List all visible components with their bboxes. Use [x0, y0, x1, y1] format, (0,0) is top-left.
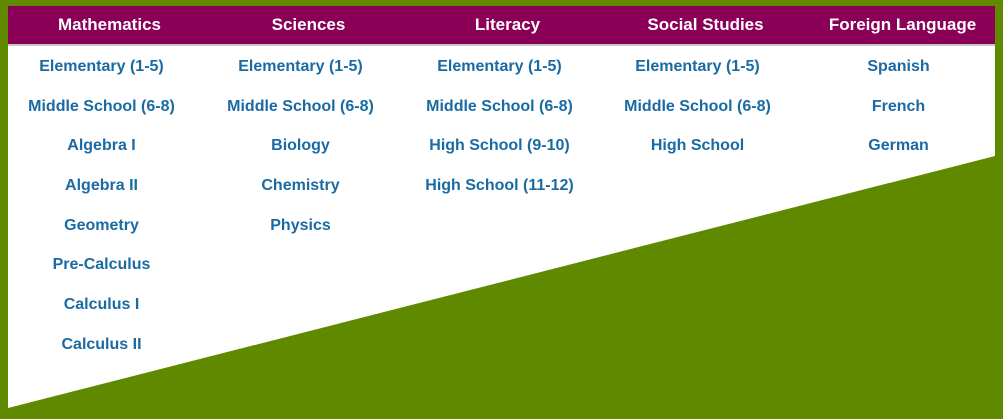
menu-link-algebra-1[interactable]: Algebra I	[8, 127, 195, 167]
menu-link-math-middle-school[interactable]: Middle School (6-8)	[8, 88, 195, 128]
menu-link-german[interactable]: German	[802, 127, 995, 167]
menu-link-science-middle-school[interactable]: Middle School (6-8)	[207, 88, 394, 128]
sciences-column: Elementary (1-5) Middle School (6-8) Bio…	[207, 48, 394, 246]
header-foreign-language[interactable]: Foreign Language	[810, 6, 995, 44]
menu-link-pre-calculus[interactable]: Pre-Calculus	[8, 246, 195, 286]
menu-link-math-elementary[interactable]: Elementary (1-5)	[8, 48, 195, 88]
menu-link-literacy-middle-school[interactable]: Middle School (6-8)	[406, 88, 593, 128]
menu-link-literacy-high-school-9-10[interactable]: High School (9-10)	[406, 127, 593, 167]
menu-link-biology[interactable]: Biology	[207, 127, 394, 167]
menu-link-social-high-school[interactable]: High School	[604, 127, 791, 167]
menu-link-calculus-2[interactable]: Calculus II	[8, 326, 195, 366]
menu-link-literacy-high-school-11-12[interactable]: High School (11-12)	[406, 167, 593, 207]
header-sciences[interactable]: Sciences	[215, 6, 402, 44]
menu-link-geometry[interactable]: Geometry	[8, 207, 195, 247]
menu-link-social-middle-school[interactable]: Middle School (6-8)	[604, 88, 791, 128]
menu-link-french[interactable]: French	[802, 88, 995, 128]
header-mathematics[interactable]: Mathematics	[16, 6, 203, 44]
menu-link-science-elementary[interactable]: Elementary (1-5)	[207, 48, 394, 88]
menu-link-spanish[interactable]: Spanish	[802, 48, 995, 88]
social-studies-column: Elementary (1-5) Middle School (6-8) Hig…	[604, 48, 791, 167]
menu-link-calculus-1[interactable]: Calculus I	[8, 286, 195, 326]
literacy-column: Elementary (1-5) Middle School (6-8) Hig…	[406, 48, 593, 207]
subject-header-bar: Mathematics Sciences Literacy Social Stu…	[8, 6, 995, 46]
header-literacy[interactable]: Literacy	[414, 6, 601, 44]
menu-link-literacy-elementary[interactable]: Elementary (1-5)	[406, 48, 593, 88]
menu-link-social-elementary[interactable]: Elementary (1-5)	[604, 48, 791, 88]
mathematics-column: Elementary (1-5) Middle School (6-8) Alg…	[8, 48, 195, 366]
menu-link-algebra-2[interactable]: Algebra II	[8, 167, 195, 207]
foreign-language-column: Spanish French German	[802, 48, 995, 167]
header-social-studies[interactable]: Social Studies	[612, 6, 799, 44]
menu-link-physics[interactable]: Physics	[207, 207, 394, 247]
menu-link-chemistry[interactable]: Chemistry	[207, 167, 394, 207]
